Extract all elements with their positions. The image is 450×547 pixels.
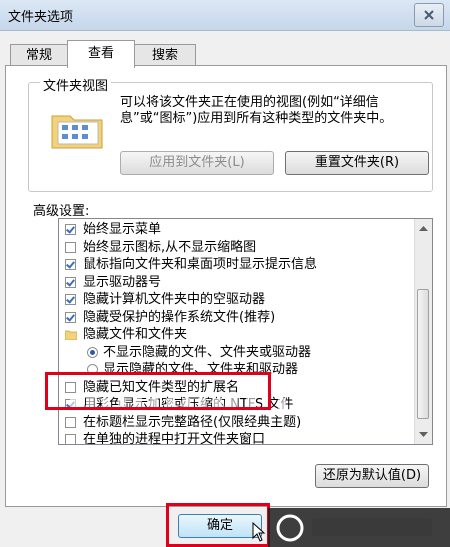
scroll-down-icon[interactable] — [415, 428, 432, 442]
checkbox[interactable] — [65, 276, 76, 288]
scroll-up-icon[interactable] — [415, 221, 432, 235]
advanced-settings-label: 高级设置: — [33, 204, 90, 219]
scrollbar-thumb[interactable] — [417, 289, 429, 419]
close-button[interactable] — [414, 3, 444, 27]
list-item-label: 在标题栏显示完整路径(仅限经典主题) — [83, 414, 302, 430]
list-item-label: 不显示隐藏的文件、文件夹或驱动器 — [103, 344, 312, 360]
checkbox[interactable] — [65, 416, 76, 428]
list-item-label: 鼠标指向文件夹和桌面项时显示提示信息 — [83, 257, 318, 272]
folder-views-description: 可以将该文件夹正在使用的视图(例如“详细信息”或“图标”)应用到所有这种类型的文… — [120, 95, 393, 126]
tab-search[interactable]: 搜索 — [134, 44, 196, 67]
tab-general[interactable]: 常规 — [10, 44, 68, 67]
list-item-label: 始终显示图标,从不显示缩略图 — [83, 239, 257, 255]
list-item-label: 隐藏受保护的操作系统文件(推荐) — [83, 309, 276, 325]
list-item-label: 显示驱动器号 — [83, 274, 162, 290]
tab-view[interactable]: 查看 — [67, 40, 135, 68]
mouse-cursor-icon — [252, 522, 266, 542]
list-item-label: 始终显示菜单 — [83, 222, 162, 237]
vertical-scrollbar[interactable] — [414, 219, 432, 444]
checkbox[interactable] — [65, 434, 76, 444]
folder-icon — [65, 330, 77, 340]
tab-bar: 常规 查看 搜索 — [0, 40, 450, 68]
folder-views-legend: 文件夹视图 — [40, 75, 112, 94]
window-title: 文件夹选项 — [8, 10, 74, 25]
list-item-label: 隐藏计算机文件夹中的空驱动器 — [83, 292, 266, 307]
list-item-label: 在单独的进程中打开文件夹窗口 — [83, 432, 266, 445]
checkbox[interactable] — [65, 241, 76, 253]
close-icon — [424, 10, 434, 20]
checkbox[interactable] — [65, 311, 76, 323]
highlight-extensions-option — [45, 372, 271, 410]
title-bar: 文件夹选项 — [0, 0, 450, 31]
checkbox[interactable] — [65, 259, 76, 270]
restore-defaults-button[interactable]: 还原为默认值(D) — [315, 464, 429, 488]
reset-folders-button[interactable]: 重置文件夹(R) — [285, 151, 429, 175]
list-item-label: 隐藏文件和文件夹 — [83, 327, 188, 342]
checkbox[interactable] — [65, 224, 76, 235]
watermark-logo-icon — [268, 508, 450, 547]
radio-button[interactable] — [87, 346, 98, 358]
apply-to-folders-button[interactable]: 应用到文件夹(L) — [120, 151, 274, 175]
checkbox[interactable] — [65, 294, 76, 305]
folder-view-icon — [51, 115, 103, 149]
